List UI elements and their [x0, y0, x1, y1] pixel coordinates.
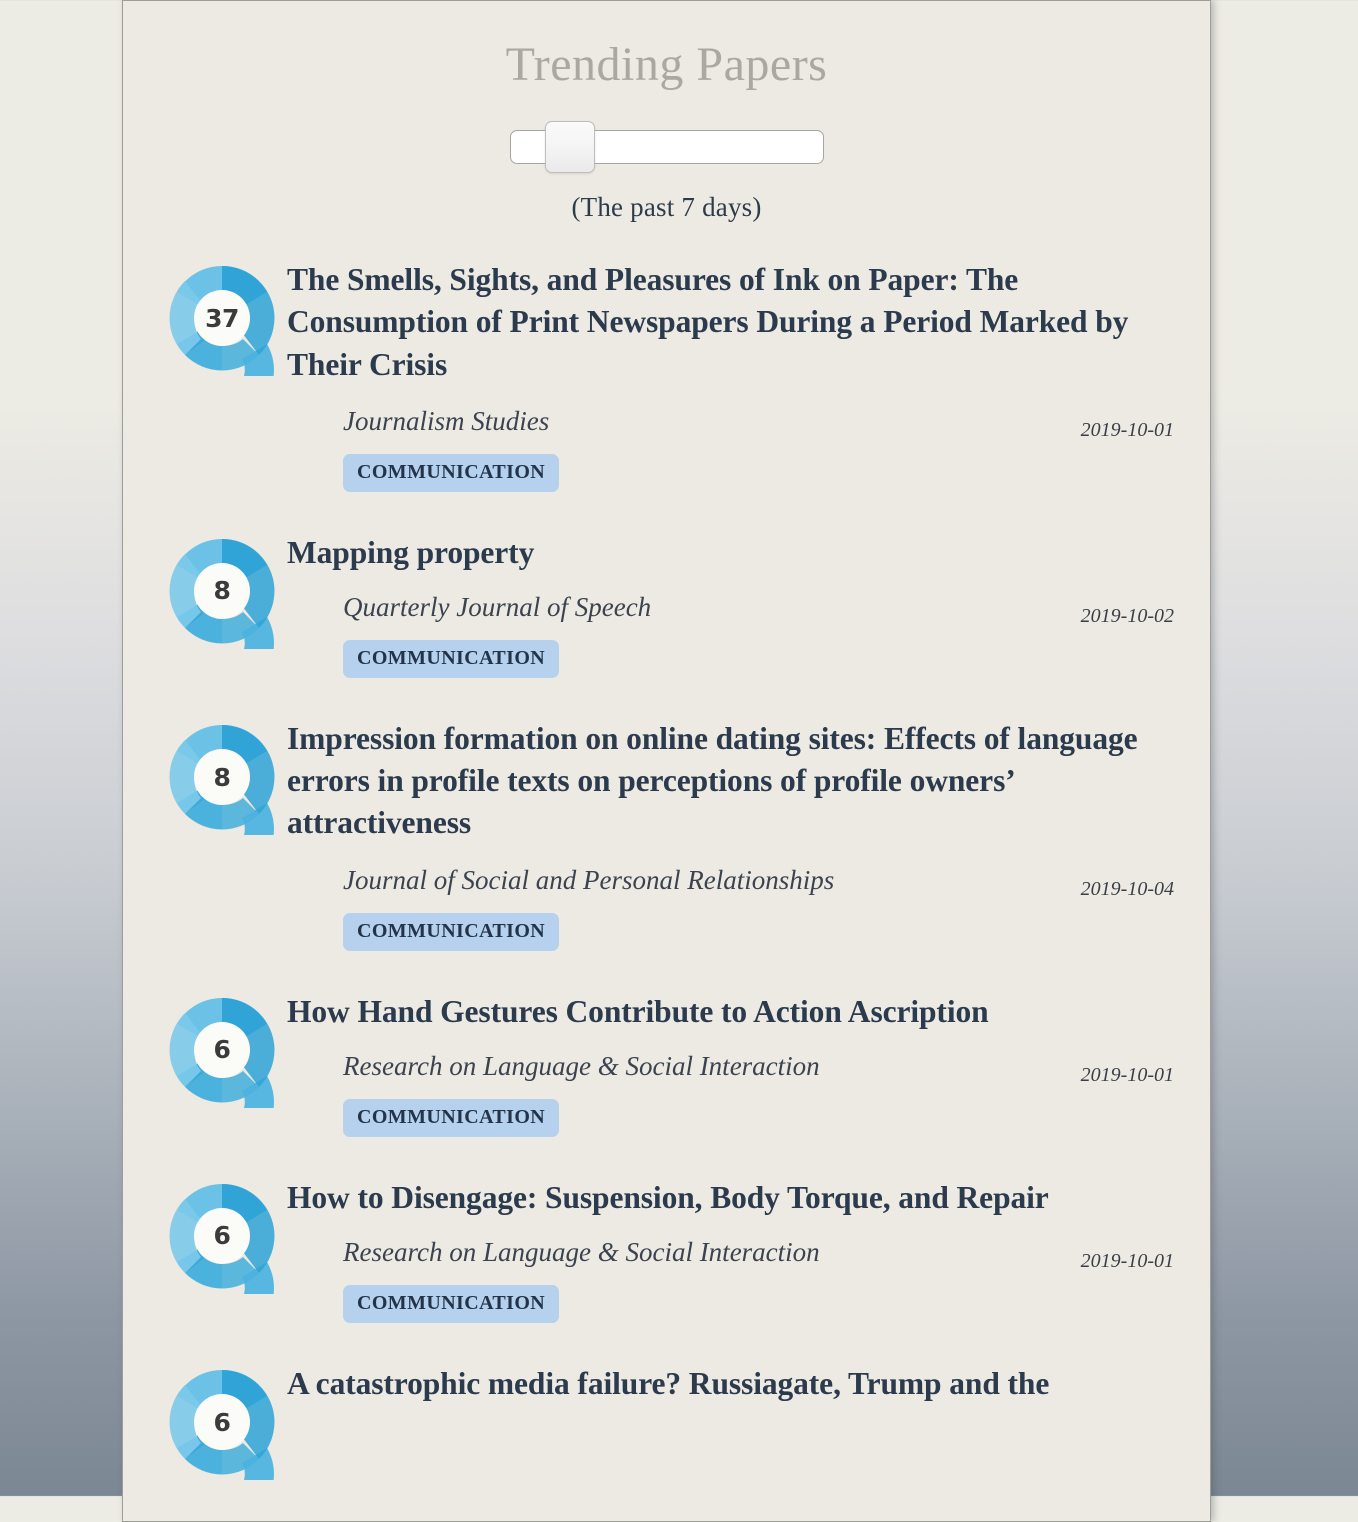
altmetric-badge-column: 6 [157, 989, 287, 1108]
paper-title-row: Impression formation on online dating si… [287, 718, 1182, 845]
journal-name: Quarterly Journal of Speech [343, 592, 652, 622]
trending-papers-card: Trending Papers (The past 7 days) 37 The… [122, 0, 1211, 1522]
altmetric-badge-column: 8 [157, 716, 287, 835]
altmetric-donut-icon[interactable]: 8 [164, 719, 280, 835]
paper-title-row: How Hand Gestures Contribute to Action A… [287, 991, 1182, 1033]
altmetric-badge-column: 37 [157, 257, 287, 377]
altmetric-score: 6 [213, 1407, 231, 1437]
time-range-slider[interactable] [509, 121, 824, 174]
paper-body: Impression formation on online dating si… [287, 716, 1182, 951]
paper-body: How Hand Gestures Contribute to Action A… [287, 989, 1182, 1137]
category-badge[interactable]: COMMUNICATION [343, 453, 560, 492]
category-badge[interactable]: COMMUNICATION [343, 912, 560, 951]
list-item[interactable]: 6 A catastrophic media failure? Russiaga… [123, 1361, 1210, 1481]
paper-title-link[interactable]: How to Disengage: Suspension, Body Torqu… [287, 1179, 1049, 1215]
slider-thumb[interactable] [544, 121, 595, 174]
altmetric-score: 8 [213, 762, 231, 792]
paper-title-link[interactable]: Impression formation on online dating si… [287, 721, 1138, 841]
publication-date: 2019-10-01 [1080, 1250, 1174, 1273]
paper-title-row: Mapping property [287, 532, 1182, 574]
altmetric-donut-icon[interactable]: 6 [164, 1178, 280, 1294]
paper-meta-row: Journal of Social and Personal Relations… [287, 864, 1182, 900]
paper-body: The Smells, Sights, and Pleasures of Ink… [287, 257, 1182, 492]
journal-name: Research on Language & Social Interactio… [343, 1237, 820, 1268]
paper-title-row: The Smells, Sights, and Pleasures of Ink… [287, 259, 1182, 386]
journal-name: Research on Language & Social Interactio… [343, 1050, 820, 1081]
paper-title-link[interactable]: The Smells, Sights, and Pleasures of Ink… [287, 262, 1128, 382]
category-row: COMMUNICATION [287, 912, 1182, 951]
altmetric-donut-icon[interactable]: 6 [164, 992, 280, 1108]
list-item[interactable]: 37 The Smells, Sights, and Pleasures of … [123, 257, 1210, 492]
altmetric-badge-column: 6 [157, 1361, 287, 1481]
paper-body: A catastrophic media failure? Russiagate… [287, 1361, 1182, 1405]
altmetric-score: 8 [213, 576, 231, 606]
paper-title-row: A catastrophic media failure? Russiagate… [287, 1363, 1182, 1405]
paper-title-link[interactable]: A catastrophic media failure? Russiagate… [287, 1366, 1049, 1402]
paper-title-row: How to Disengage: Suspension, Body Torqu… [287, 1177, 1182, 1219]
publication-date: 2019-10-02 [1080, 605, 1174, 627]
slider-container [123, 121, 1210, 174]
journal-name: Journal of Social and Personal Relations… [343, 864, 835, 895]
paper-list: 37 The Smells, Sights, and Pleasures of … [123, 257, 1210, 1481]
page-title: Trending Papers [505, 38, 828, 91]
list-item[interactable]: 8 Impression formation on online dating … [123, 716, 1210, 951]
altmetric-score: 6 [213, 1221, 231, 1251]
journal-name: Journalism Studies [343, 405, 550, 436]
paper-meta-row: Journalism Studies 2019-10-01 [287, 405, 1182, 441]
publication-date: 2019-10-04 [1080, 877, 1174, 900]
paper-title-link[interactable]: How Hand Gestures Contribute to Action A… [287, 993, 989, 1029]
altmetric-donut-icon[interactable]: 6 [164, 1364, 280, 1481]
paper-meta-row: Research on Language & Social Interactio… [287, 1050, 1182, 1086]
range-caption: (The past 7 days) [571, 192, 762, 223]
paper-body: Mapping property Quarterly Journal of Sp… [287, 530, 1182, 678]
category-row: COMMUNICATION [287, 1285, 1182, 1324]
list-item[interactable]: 6 How Hand Gestures Contribute to Action… [123, 989, 1210, 1137]
category-row: COMMUNICATION [287, 640, 1182, 678]
publication-date: 2019-10-01 [1080, 1063, 1174, 1086]
paper-meta-row: Research on Language & Social Interactio… [287, 1237, 1182, 1272]
altmetric-badge-column: 8 [157, 530, 287, 649]
altmetric-donut-icon[interactable]: 37 [164, 260, 280, 377]
category-row: COMMUNICATION [287, 1098, 1182, 1137]
altmetric-score: 6 [213, 1035, 231, 1065]
list-item[interactable]: 8 Mapping property Quarterly Journal of … [123, 530, 1210, 678]
list-item[interactable]: 6 How to Disengage: Suspension, Body Tor… [123, 1175, 1210, 1324]
category-row: COMMUNICATION [287, 453, 1182, 492]
category-badge[interactable]: COMMUNICATION [343, 640, 560, 678]
category-badge[interactable]: COMMUNICATION [343, 1098, 560, 1137]
paper-body: How to Disengage: Suspension, Body Torqu… [287, 1175, 1182, 1324]
paper-meta-row: Quarterly Journal of Speech 2019-10-02 [287, 592, 1182, 627]
altmetric-badge-column: 6 [157, 1175, 287, 1294]
paper-title-link[interactable]: Mapping property [287, 534, 534, 570]
publication-date: 2019-10-01 [1080, 418, 1174, 441]
category-badge[interactable]: COMMUNICATION [343, 1285, 560, 1324]
altmetric-score: 37 [205, 303, 239, 333]
altmetric-donut-icon[interactable]: 8 [164, 533, 280, 649]
